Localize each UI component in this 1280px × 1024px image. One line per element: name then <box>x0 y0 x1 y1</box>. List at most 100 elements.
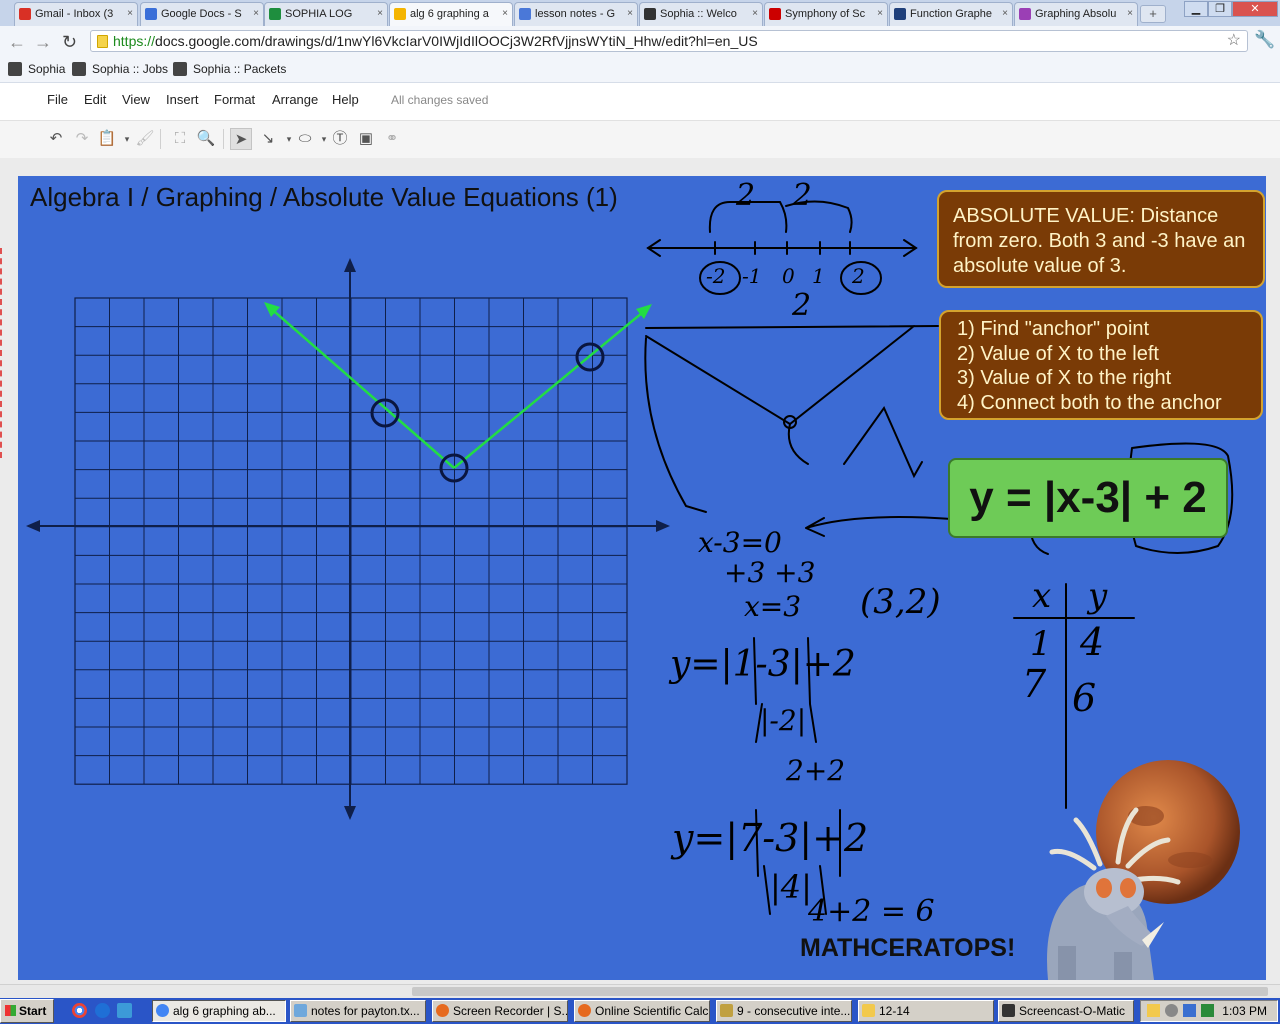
close-tab-icon[interactable]: × <box>752 3 758 25</box>
tab-function-grapher[interactable]: Function Graphe × <box>889 2 1013 26</box>
line-tool-icon[interactable]: ↘ <box>257 128 279 150</box>
tab-gmail[interactable]: Gmail - Inbox (3 × <box>14 2 138 26</box>
tab-sophia-log[interactable]: SOPHIA LOG × <box>264 2 388 26</box>
tab-label: Sophia :: Welco <box>660 8 737 20</box>
bookmark-sophia-packets[interactable]: Sophia :: Packets <box>173 62 286 76</box>
image-icon[interactable]: ▣ <box>355 128 377 150</box>
undo-icon[interactable]: ↶ <box>45 128 67 150</box>
tab-alg-graphing[interactable]: alg 6 graphing a × <box>389 2 513 26</box>
tab-label: SOPHIA LOG <box>285 8 353 20</box>
youtube-icon <box>769 8 781 20</box>
ruler-marker <box>0 248 5 458</box>
close-tab-icon[interactable]: × <box>1002 3 1008 25</box>
back-arrow-icon[interactable]: ← <box>8 32 26 53</box>
menu-help[interactable]: Help <box>332 92 359 107</box>
close-tab-icon[interactable]: × <box>877 3 883 25</box>
hw-tick-1: 1 <box>812 264 825 288</box>
start-button[interactable]: Start <box>0 999 54 1023</box>
hw-work-line-2: +3 +3 <box>724 556 816 589</box>
reload-icon[interactable]: ↻ <box>62 32 77 53</box>
task-screen-recorder[interactable]: Screen Recorder | S... <box>432 1000 568 1022</box>
select-pointer-icon[interactable]: ➤ <box>230 128 252 150</box>
tab-graphing-absolute[interactable]: Graphing Absolu × <box>1014 2 1138 26</box>
step-4: 4) Connect both to the anchor <box>957 391 1222 414</box>
task-label: Screen Recorder | S... <box>453 1004 568 1018</box>
drawing-canvas[interactable]: Algebra I / Graphing / Absolute Value Eq… <box>18 176 1266 980</box>
new-tab-button[interactable]: + <box>1140 5 1166 23</box>
zoom-icon[interactable]: 🔍 <box>195 128 217 150</box>
task-label: Screencast-O-Matic <box>1019 1004 1126 1018</box>
graph-icon <box>1019 8 1031 20</box>
tray-app-icon[interactable] <box>1165 1004 1178 1017</box>
tray-security-icon[interactable] <box>1201 1004 1214 1017</box>
menu-file[interactable]: File <box>47 92 68 107</box>
mascot-label: MATHCERATOPS! <box>800 934 1016 962</box>
close-tab-icon[interactable]: × <box>502 3 508 25</box>
chrome-icon <box>156 1004 169 1017</box>
ie-quicklaunch-icon[interactable] <box>95 1003 110 1018</box>
system-clock: 1:03 PM <box>1222 1004 1267 1018</box>
drawings-icon <box>394 8 406 20</box>
toolbar-divider <box>160 129 161 149</box>
handwritten-text: 2 2 -2 -1 0 1 2 2 x-3=0 +3 +3 x=3 (3,2) … <box>18 176 1266 980</box>
close-window-button[interactable]: ✕ <box>1232 1 1278 17</box>
tray-network-icon[interactable] <box>1183 1004 1196 1017</box>
close-tab-icon[interactable]: × <box>253 3 259 25</box>
task-folder-12-14[interactable]: 12-14 <box>858 1000 994 1022</box>
link-icon[interactable]: ⚭ <box>381 128 403 150</box>
tab-symphony[interactable]: Symphony of Sc × <box>764 2 888 26</box>
folder-icon <box>862 1004 875 1017</box>
bookmark-sophia-jobs[interactable]: Sophia :: Jobs <box>72 62 168 76</box>
menu-view[interactable]: View <box>122 92 150 107</box>
tab-label: Graphing Absolu <box>1035 8 1117 20</box>
task-alg-graphing[interactable]: alg 6 graphing ab... <box>152 1000 286 1022</box>
paste-icon[interactable]: 📋 <box>96 128 118 150</box>
hw-tick-0: 0 <box>782 264 795 288</box>
definition-box[interactable]: ABSOLUTE VALUE: Distance from zero. Both… <box>937 190 1265 288</box>
tab-lesson-notes[interactable]: lesson notes - G × <box>514 2 638 26</box>
zoom-fit-icon[interactable]: ⛶ <box>169 128 191 150</box>
scrollbar-thumb[interactable] <box>412 987 1268 996</box>
bookmark-star-icon[interactable]: ☆ <box>1227 31 1241 51</box>
hw-tick-neg1: -1 <box>742 264 762 288</box>
close-tab-icon[interactable]: × <box>1127 3 1133 25</box>
paint-format-icon[interactable]: 🖌 <box>134 128 156 150</box>
hw-work-line-5: |-2| <box>760 704 807 737</box>
close-tab-icon[interactable]: × <box>127 3 133 25</box>
sophia-icon <box>644 8 656 20</box>
desktop-quicklaunch-icon[interactable] <box>117 1003 132 1018</box>
horizontal-scrollbar[interactable] <box>0 984 1280 999</box>
minimize-window-button[interactable]: ▁ <box>1184 1 1208 17</box>
tab-sophia-welcome[interactable]: Sophia :: Welco × <box>639 2 763 26</box>
lock-icon <box>97 35 108 48</box>
docs-icon <box>145 8 157 20</box>
menu-format[interactable]: Format <box>214 92 255 107</box>
hw-table-row-1-x: 1 <box>1030 624 1052 664</box>
restore-window-button[interactable]: ❐ <box>1208 1 1232 17</box>
bookmark-label: Sophia :: Packets <box>193 62 287 76</box>
tab-label: Function Graphe <box>910 8 992 20</box>
menu-insert[interactable]: Insert <box>166 92 199 107</box>
task-notes-payton[interactable]: notes for payton.tx... <box>290 1000 426 1022</box>
task-consecutive-integers[interactable]: 9 - consecutive inte... <box>716 1000 852 1022</box>
task-screencast-o-matic[interactable]: Screencast-O-Matic <box>998 1000 1134 1022</box>
bookmark-sophia[interactable]: Sophia <box>8 62 65 76</box>
sophia-icon <box>8 62 22 76</box>
text-box-icon[interactable]: Ⓣ <box>329 128 351 150</box>
forward-arrow-icon[interactable]: → <box>34 32 52 53</box>
tray-folder-icon[interactable] <box>1147 1004 1160 1017</box>
steps-box[interactable]: 1) Find "anchor" point 2) Value of X to … <box>939 310 1263 420</box>
hw-table-row-2-y: 6 <box>1072 676 1097 720</box>
close-tab-icon[interactable]: × <box>627 3 633 25</box>
chrome-quicklaunch-icon[interactable] <box>72 1003 87 1018</box>
menu-edit[interactable]: Edit <box>84 92 106 107</box>
equation-box[interactable]: y = |x-3| + 2 <box>948 458 1228 538</box>
wrench-icon[interactable]: 🔧 <box>1254 30 1275 50</box>
address-bar[interactable]: https://docs.google.com/drawings/d/1nwYl… <box>90 30 1248 52</box>
redo-icon[interactable]: ↷ <box>71 128 93 150</box>
task-scientific-calc[interactable]: Online Scientific Calc... <box>574 1000 710 1022</box>
menu-arrange[interactable]: Arrange <box>272 92 318 107</box>
tab-google-docs[interactable]: Google Docs - S × <box>140 2 264 26</box>
task-label: Online Scientific Calc... <box>595 1004 710 1018</box>
close-tab-icon[interactable]: × <box>377 3 383 25</box>
